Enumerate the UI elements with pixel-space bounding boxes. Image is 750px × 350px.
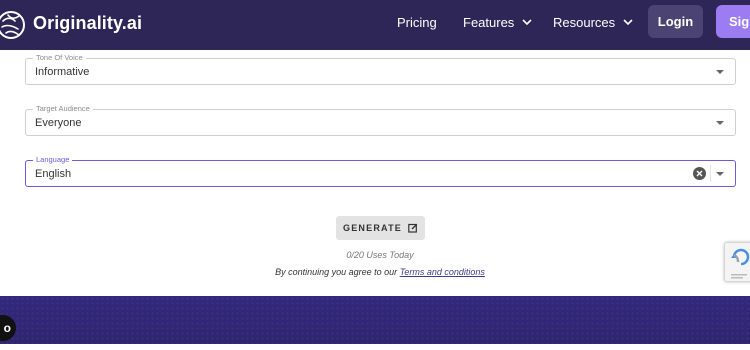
page-bottom-strip	[0, 344, 750, 350]
signup-button[interactable]: Sign	[716, 5, 750, 38]
target-audience-label: Target Audience	[33, 104, 93, 114]
nav-features-menu[interactable]: Features	[463, 15, 532, 30]
generate-button[interactable]: GENERATE	[336, 216, 425, 240]
nav-resources-menu[interactable]: Resources	[553, 15, 633, 30]
edit-icon	[408, 223, 418, 233]
nav-resources-label: Resources	[553, 15, 616, 30]
terms-link[interactable]: Terms and conditions	[400, 267, 485, 277]
footer-band	[0, 296, 750, 344]
clear-icon[interactable]	[693, 167, 706, 180]
tone-of-voice-select[interactable]: Tone Of Voice Informative	[25, 53, 736, 85]
chat-glyph: o	[3, 321, 11, 335]
language-value: English	[35, 168, 72, 180]
top-navbar: Originality.ai Pricing Features Resource…	[0, 0, 750, 50]
generate-label: GENERATE	[343, 223, 402, 233]
recaptcha-badge[interactable]	[724, 242, 750, 282]
target-audience-select[interactable]: Target Audience Everyone	[25, 104, 736, 136]
recaptcha-icon	[731, 248, 750, 279]
nav-pricing-link[interactable]: Pricing	[397, 15, 437, 30]
target-audience-value: Everyone	[35, 117, 82, 129]
terms-notice: By continuing you agree to our Terms and…	[0, 267, 750, 277]
generator-form-card: Tone Of Voice Informative Target Audienc…	[0, 50, 750, 296]
language-select[interactable]: Language English	[25, 155, 736, 187]
brand-name[interactable]: Originality.ai	[33, 13, 142, 34]
uses-today-text: 0/20 Uses Today	[346, 250, 414, 260]
brain-logo-icon[interactable]	[0, 8, 30, 42]
field-divider	[710, 165, 711, 182]
chevron-down-icon	[623, 19, 633, 26]
nav-pricing-label: Pricing	[397, 15, 437, 30]
nav-features-label: Features	[463, 15, 515, 30]
language-label: Language	[33, 155, 73, 165]
close-icon	[696, 170, 703, 177]
chevron-down-icon	[522, 19, 532, 26]
dropdown-caret-icon[interactable]	[716, 121, 724, 125]
terms-prefix: By continuing you agree to our	[275, 267, 400, 277]
dropdown-caret-icon[interactable]	[716, 70, 724, 74]
tone-of-voice-value: Informative	[35, 66, 90, 78]
login-button[interactable]: Login	[648, 5, 703, 38]
tone-of-voice-label: Tone Of Voice	[33, 53, 86, 63]
dropdown-caret-icon[interactable]	[716, 172, 724, 176]
